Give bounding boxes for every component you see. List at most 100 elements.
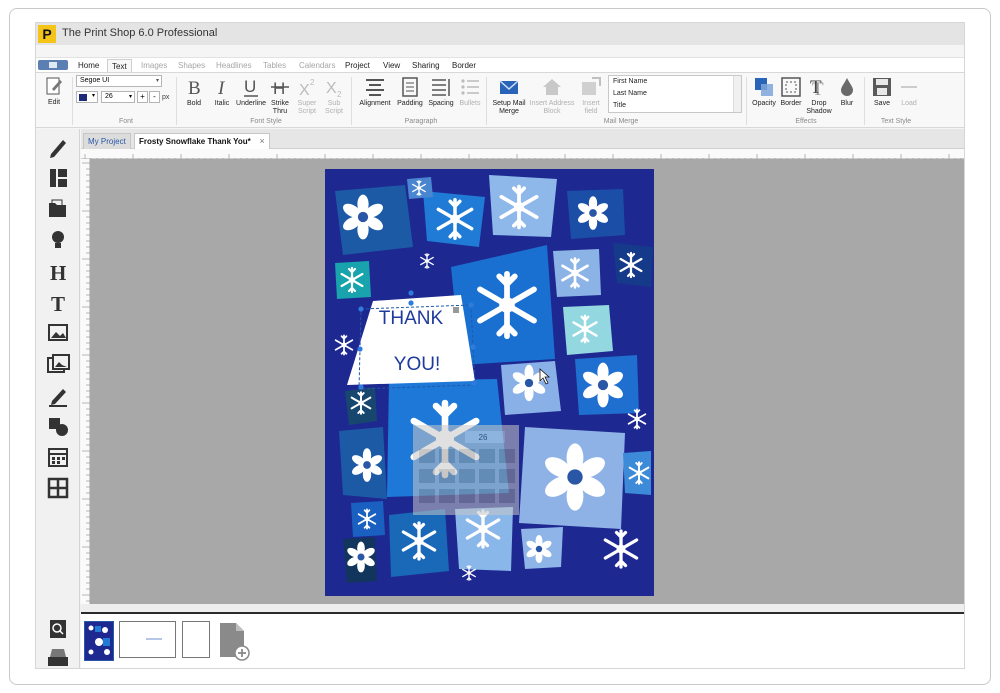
open-tool-button[interactable] xyxy=(43,195,73,223)
merge-field-list[interactable]: First Name Last Name Title xyxy=(608,75,742,113)
edit-button[interactable]: Edit xyxy=(42,75,66,107)
photos-tool-button[interactable] xyxy=(43,350,73,378)
save-icon xyxy=(871,76,893,98)
padding-button[interactable]: Padding xyxy=(395,76,425,108)
tab-sharing[interactable]: Sharing xyxy=(408,59,444,72)
tray-tool-button[interactable] xyxy=(43,643,73,668)
horizontal-scrollbar[interactable] xyxy=(80,604,964,612)
page-thumbnail-front[interactable] xyxy=(84,621,114,661)
you-text[interactable]: YOU! xyxy=(394,354,440,375)
droplet-icon xyxy=(836,76,858,98)
font-size-input[interactable]: 26 xyxy=(101,91,135,103)
ribbon-toolbar: Edit Segoe UI 26 + - px Font B Bold I It… xyxy=(36,72,964,128)
left-toolbar: H T xyxy=(36,129,80,668)
merge-field-item[interactable]: First Name xyxy=(609,76,741,88)
calendar-tool-button[interactable] xyxy=(43,443,73,471)
floating-size-value: 26 xyxy=(479,433,488,442)
tab-text[interactable]: Text xyxy=(107,59,132,72)
bullets-button[interactable]: Bullets xyxy=(457,76,483,108)
blur-button[interactable]: Blur xyxy=(835,76,859,108)
text-tool-button[interactable]: T xyxy=(43,288,73,316)
paragraph-group-label: Paragraph xyxy=(404,118,438,125)
tab-my-project[interactable]: My Project xyxy=(83,133,131,149)
font-family-select[interactable]: Segoe UI xyxy=(76,75,162,87)
headline-tool-button[interactable]: H xyxy=(43,257,73,285)
mail-merge-group-label: Mail Merge xyxy=(603,118,639,125)
app-menu-button[interactable] xyxy=(38,60,68,70)
lightbulb-icon xyxy=(43,231,73,258)
thank-text[interactable]: THANK xyxy=(379,308,444,329)
merge-field-item[interactable]: Title xyxy=(609,100,741,112)
bold-button[interactable]: B Bold xyxy=(182,76,206,108)
text-color-button[interactable] xyxy=(76,91,98,103)
merge-list-scrollbar[interactable] xyxy=(733,76,741,112)
border-button[interactable]: Border xyxy=(778,76,804,108)
ideas-tool-button[interactable] xyxy=(43,226,73,254)
underline-icon: U xyxy=(240,76,262,98)
close-tab-icon[interactable]: × xyxy=(259,134,264,149)
tab-project[interactable]: Project xyxy=(341,59,374,72)
ribbon-separator xyxy=(351,77,352,125)
superscript-icon: X2 xyxy=(296,76,318,99)
edit-page-icon xyxy=(43,75,65,97)
font-group-label: Font xyxy=(118,118,133,125)
tray-icon xyxy=(43,649,73,668)
title-bar: P The Print Shop 6.0 Professional xyxy=(36,23,964,45)
font-decrease-button[interactable]: - xyxy=(149,91,160,103)
opacity-button[interactable]: Opacity xyxy=(750,76,778,108)
tab-frosty-snowflake[interactable]: Frosty Snowflake Thank You* × xyxy=(134,133,270,149)
card-page[interactable]: THANK YOU! 26 xyxy=(325,169,654,596)
load-style-button[interactable]: Load xyxy=(897,76,921,108)
table-tool-button[interactable] xyxy=(43,474,73,502)
tab-tables[interactable]: Tables xyxy=(259,59,290,72)
tab-calendars[interactable]: Calendars xyxy=(295,59,339,72)
svg-text:H: H xyxy=(273,79,285,98)
alignment-button[interactable]: Alignment xyxy=(357,76,393,108)
font-increase-button[interactable]: + xyxy=(137,91,148,103)
layout-tool-button[interactable] xyxy=(43,164,73,192)
tab-view[interactable]: View xyxy=(379,59,404,72)
pencil-icon xyxy=(43,140,73,165)
font-unit-label: px xyxy=(162,94,170,101)
tab-headlines[interactable]: Headlines xyxy=(212,59,256,72)
page-thumbnail-inside[interactable] xyxy=(119,621,176,658)
svg-text:2: 2 xyxy=(310,78,315,87)
page-thumbnail-strip xyxy=(81,614,964,668)
insert-address-block-button[interactable]: Insert Address Block xyxy=(529,76,575,116)
drop-shadow-button[interactable]: TT Drop Shadow xyxy=(805,76,833,116)
subscript-button[interactable]: X2 Sub Script xyxy=(322,76,346,116)
horizontal-ruler[interactable] xyxy=(81,149,964,162)
tab-border[interactable]: Border xyxy=(448,59,480,72)
tab-shapes[interactable]: Shapes xyxy=(174,59,209,72)
shapes-tool-button[interactable] xyxy=(43,412,73,440)
merge-field-item[interactable]: Last Name xyxy=(609,88,741,100)
mail-icon xyxy=(498,76,520,98)
zoom-tool-button[interactable] xyxy=(43,615,73,643)
tab-images[interactable]: Images xyxy=(137,59,171,72)
drop-shadow-icon: TT xyxy=(808,76,830,100)
setup-mail-merge-button[interactable]: Setup Mail Merge xyxy=(488,76,530,116)
vertical-ruler[interactable] xyxy=(81,159,90,604)
spacing-button[interactable]: Spacing xyxy=(426,76,456,108)
insert-field-button[interactable]: Insert field xyxy=(578,76,604,116)
superscript-button[interactable]: X2 Super Script xyxy=(295,76,319,116)
edit-tool-button[interactable] xyxy=(43,381,73,409)
floating-text-toolbar[interactable]: 26 xyxy=(413,425,519,515)
tab-home[interactable]: Home xyxy=(74,59,103,72)
color-swatch xyxy=(79,94,87,101)
svg-text:X: X xyxy=(326,80,337,97)
bullets-icon xyxy=(459,76,481,98)
page-thumbnail-back[interactable] xyxy=(182,621,210,658)
font-style-group-label: Font Style xyxy=(250,118,282,125)
add-page-button[interactable] xyxy=(218,621,250,661)
strikethrough-button[interactable]: H Strike Thru xyxy=(268,76,292,116)
underline-button[interactable]: U Underline xyxy=(235,76,267,108)
italic-button[interactable]: I Italic xyxy=(210,76,234,108)
save-style-button[interactable]: Save xyxy=(870,76,894,108)
tab-label: Frosty Snowflake Thank You* xyxy=(139,137,251,146)
image-tool-button[interactable] xyxy=(43,319,73,347)
pencil-tool-button[interactable] xyxy=(43,133,73,161)
ribbon-separator xyxy=(864,77,865,125)
ribbon-separator xyxy=(176,77,177,125)
table-icon xyxy=(43,477,73,506)
